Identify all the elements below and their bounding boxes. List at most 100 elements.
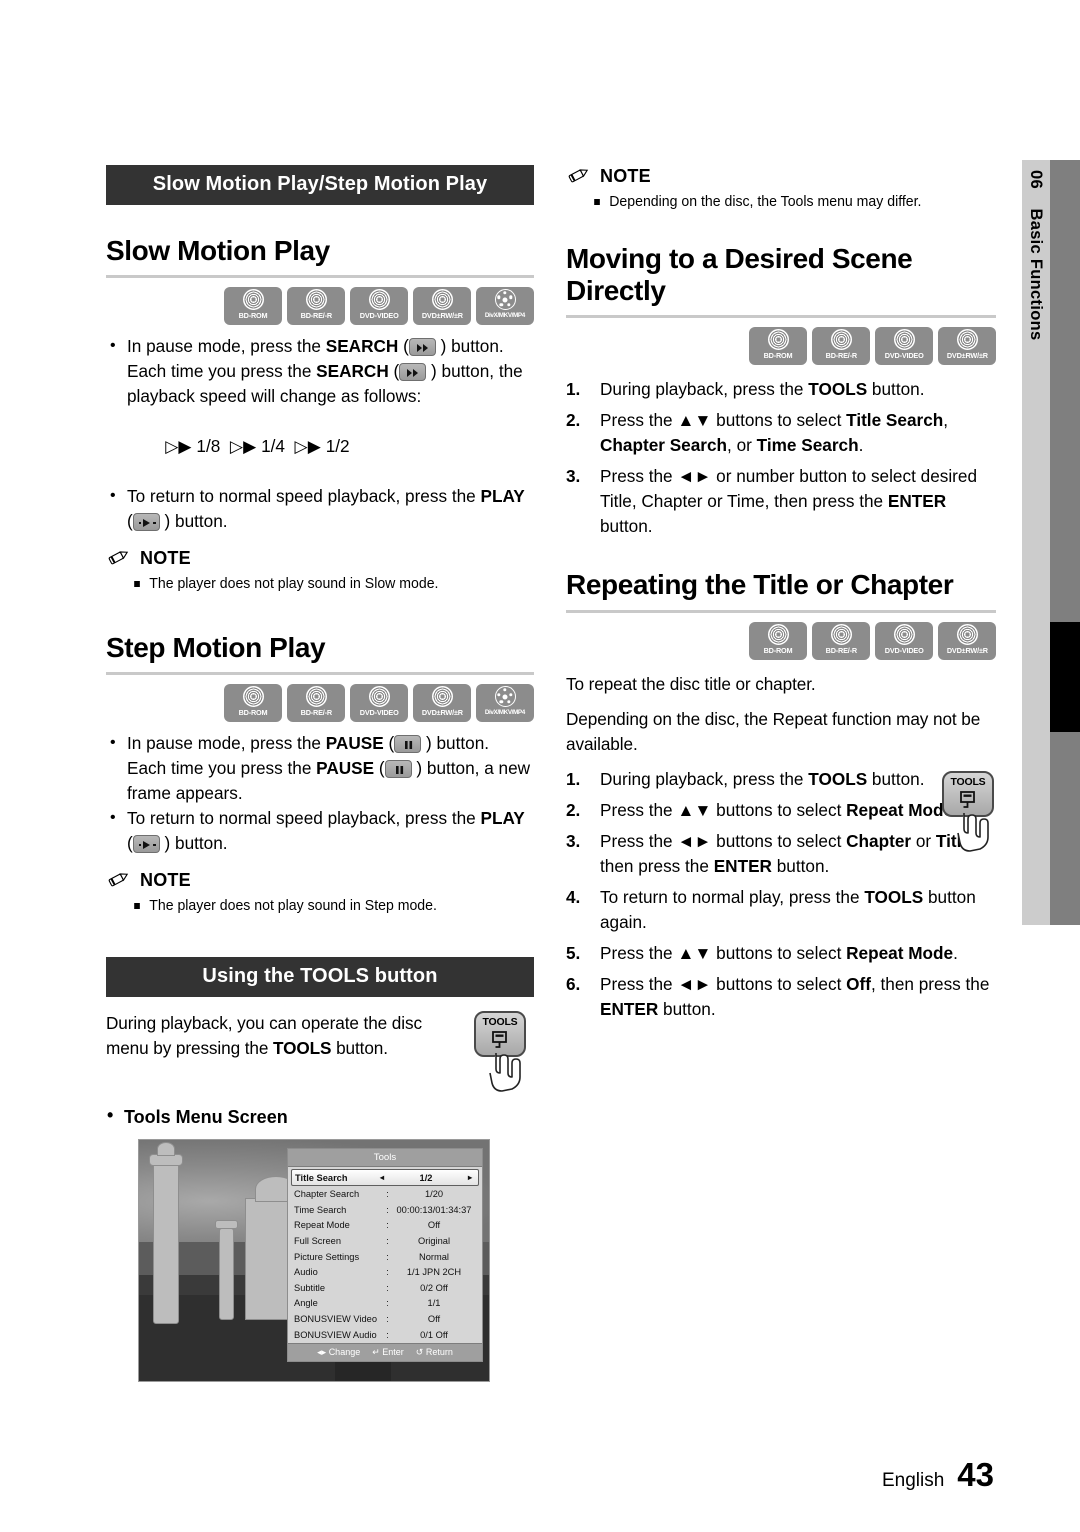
text: Press the ◄► buttons to select: [600, 830, 847, 851]
numbered-step: 3. Press the ◄► buttons to select Chapter…: [566, 829, 996, 879]
disc-badge-label: DVD±RW/±R: [946, 645, 988, 655]
note-item: The player does not play sound in Step m…: [106, 895, 508, 917]
disc-icon: [242, 289, 264, 311]
step-text: Press the ◄► buttons to select Off, then…: [600, 972, 996, 1022]
disc-icon: [767, 329, 789, 351]
text: , or: [727, 435, 757, 456]
tools-menu-footer-item: ↵ Enter: [372, 1347, 404, 1358]
disc-badge-bd-re-r: BD-RE/-R: [812, 327, 870, 366]
disc-icon: [368, 686, 390, 708]
tools-menu-row-colon: :: [386, 1298, 389, 1309]
text: To return to normal speed playback, pres…: [127, 808, 481, 829]
tools-menu-row[interactable]: BONUSVIEW Audio: 0/1 Off: [291, 1327, 479, 1343]
tools-button-graphic: TOOLS: [474, 1011, 534, 1093]
step-number: 1.: [566, 768, 581, 789]
pause-icon: [384, 760, 412, 779]
emphasis-text: ENTER: [600, 998, 659, 1019]
step-number: 3.: [566, 830, 581, 851]
text: button.: [658, 998, 716, 1019]
disc-badge-dvd-rw-r: DVD±RW/±R: [413, 287, 471, 326]
disc-badge-divx-mkv-mp4: DivX/MKV/MP4: [476, 287, 534, 326]
footer-key-label: Enter: [382, 1346, 404, 1357]
disc-badge-label: DVD±RW/±R: [946, 351, 988, 361]
emphasis-text: Repeat Mode: [846, 799, 954, 820]
note-list-step: The player does not play sound in Step m…: [106, 895, 534, 917]
tools-menu-row-colon: :: [386, 1329, 389, 1340]
tools-menu-row[interactable]: Audio: 1/1 JPN 2CH: [291, 1264, 479, 1280]
slow-speed-sequence: ▷▶ 1/8 ▷▶ 1/4 ▷▶ 1/2: [165, 436, 350, 457]
slow-continuation: Each time you press the SEARCH ( ) butto…: [106, 359, 534, 484]
disc-badge-bd-rom: BD-ROM: [749, 327, 807, 366]
tools-menu-row[interactable]: Picture Settings: Normal: [291, 1249, 479, 1265]
step-number: 2.: [566, 410, 581, 431]
text: , then press the: [870, 973, 990, 994]
footer-key-label: Return: [425, 1346, 453, 1357]
tools-menu-row-colon: :: [386, 1251, 389, 1262]
disc-icon: [767, 623, 789, 645]
tools-menu-screenshot: Tools Title Search ◂ 1/2 ▸ Chapter Search: 1/…: [138, 1139, 490, 1383]
hand-icon: [957, 812, 989, 852]
footer-key-icon: ◂▸: [317, 1346, 329, 1357]
pause-label: PAUSE: [325, 733, 384, 754]
tools-menu-row[interactable]: Angle: 1/1: [291, 1296, 479, 1312]
tools-menu-screen-caption: • Tools Menu Screen: [106, 1105, 534, 1128]
note-label: NOTE: [600, 166, 651, 186]
tools-menu-row[interactable]: Repeat Mode: Off: [291, 1218, 479, 1234]
tools-menu-row[interactable]: BONUSVIEW Video: Off: [291, 1311, 479, 1327]
disc-icon: [305, 686, 327, 708]
text: In pause mode, press the: [127, 733, 326, 754]
tools-menu-row[interactable]: Time Search:00:00:13/01:34:37: [291, 1202, 479, 1218]
text: Press the ▲▼ buttons to select: [600, 942, 847, 963]
right-column: NOTE Depending on the disc, the Tools me…: [566, 165, 996, 1028]
numbered-step: 6. Press the ◄► buttons to select Off, th…: [566, 972, 996, 1022]
disc-badge-divx-mkv-mp4: DivX/MKV/MP4: [476, 684, 534, 723]
step-text: To return to normal play, press the TOOL…: [600, 885, 996, 935]
step-number: 5.: [566, 942, 581, 963]
disc-badge-bd-re-r: BD-RE/-R: [287, 287, 345, 326]
disc-badges-slow: BD-ROM BD-RE/-R DVD-VIDEO DVD±RW/±R DivX/MKV…: [106, 287, 534, 326]
disc-badge-label: DVD-VIDEO: [884, 351, 924, 361]
repeat-steps-list: 1. During playback, press the TOOLS butto…: [566, 767, 996, 1022]
tools-menu-row-colon: :: [386, 1313, 389, 1324]
section-bar-using-tools: Using the TOOLS button: [106, 957, 534, 998]
footer-key-icon: ↵: [372, 1346, 383, 1357]
step-text: Press the ◄► buttons to select Chapter o…: [600, 829, 996, 879]
text: or: [911, 830, 936, 851]
tools-menu-row-value: 00:00:13/01:34:37: [396, 1204, 472, 1215]
repeat-steps-wrap: TOOLS 1. During playback, press the TOOLS…: [566, 767, 996, 1022]
disc-badge-label: BD-RE/-R: [300, 311, 332, 321]
text: ) button.: [435, 336, 504, 357]
disc-badge-label: DVD-VIDEO: [359, 708, 399, 718]
tools-menu-footer-item: ◂▸ Change: [317, 1347, 360, 1358]
search-label: SEARCH: [316, 361, 389, 382]
disc-icon: [305, 289, 327, 311]
tools-menu-row[interactable]: Full Screen: Original: [291, 1233, 479, 1249]
disc-badge-label: DVD-VIDEO: [359, 311, 399, 321]
search-icon: [399, 363, 427, 382]
step-arrow-icon: ▷▶: [229, 436, 257, 457]
minaret-left-cap: [149, 1154, 183, 1167]
right-arrow-icon[interactable]: ▸: [465, 1173, 475, 1182]
disc-badge-label: BD-ROM: [763, 645, 793, 655]
text: To return to normal speed playback, pres…: [127, 486, 481, 507]
chapter-tab-text: 06 Basic Functions: [1022, 170, 1050, 340]
disc-badges-step: BD-ROM BD-RE/-R DVD-VIDEO DVD±RW/±R DivX/MKV…: [106, 684, 534, 723]
tools-menu-row-value: 1/1: [427, 1298, 441, 1309]
divx-disc-icon: [494, 289, 516, 311]
text: .: [953, 942, 958, 963]
search-label: SEARCH: [325, 336, 399, 357]
note-header: NOTE: [106, 869, 534, 892]
tools-menu-row[interactable]: Subtitle: 0/2 Off: [291, 1280, 479, 1296]
heading-step-motion-play: Step Motion Play: [106, 632, 326, 664]
tools-menu-row-label: Chapter Search: [294, 1189, 360, 1200]
tools-menu-row-label: Title Search: [295, 1172, 348, 1183]
list-item: To return to normal speed playback, pres…: [106, 805, 534, 856]
tools-menu-row[interactable]: Chapter Search: 1/20: [291, 1186, 479, 1202]
disc-badges-moving: BD-ROM BD-RE/-R DVD-VIDEO DVD±RW/±R: [566, 327, 996, 366]
play-label: PLAY: [480, 808, 525, 829]
text: .: [858, 435, 864, 456]
slow-bullets: In pause mode, press the SEARCH ( ) butt…: [106, 333, 534, 359]
tools-menu-row[interactable]: Title Search ◂ 1/2 ▸: [291, 1169, 479, 1187]
chapter-tab: 06 Basic Functions: [1022, 160, 1050, 925]
left-arrow-icon[interactable]: ◂: [377, 1173, 387, 1182]
